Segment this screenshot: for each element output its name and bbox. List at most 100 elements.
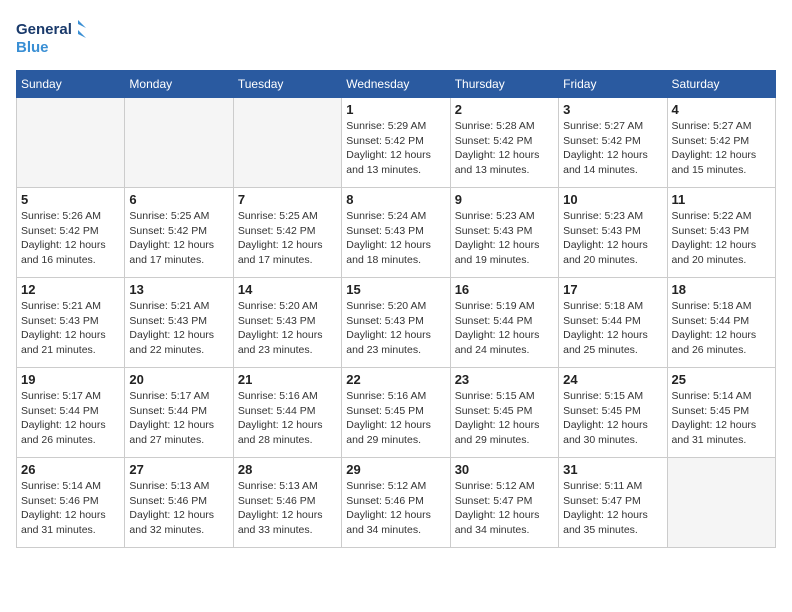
svg-text:General: General <box>16 21 72 38</box>
day-number: 22 <box>346 372 445 387</box>
day-info: Sunrise: 5:21 AM Sunset: 5:43 PM Dayligh… <box>129 299 228 358</box>
day-number: 15 <box>346 282 445 297</box>
day-number: 6 <box>129 192 228 207</box>
weekday-header-friday: Friday <box>559 71 667 98</box>
calendar-day-cell: 8 Sunrise: 5:24 AM Sunset: 5:43 PM Daylig… <box>342 188 450 278</box>
calendar-day-cell: 9 Sunrise: 5:23 AM Sunset: 5:43 PM Daylig… <box>450 188 558 278</box>
calendar-week-row: 1 Sunrise: 5:29 AM Sunset: 5:42 PM Daylig… <box>17 98 776 188</box>
calendar-week-row: 26 Sunrise: 5:14 AM Sunset: 5:46 PM Dayli… <box>17 458 776 548</box>
day-info: Sunrise: 5:19 AM Sunset: 5:44 PM Dayligh… <box>455 299 554 358</box>
day-number: 4 <box>672 102 771 117</box>
calendar-day-cell: 2 Sunrise: 5:28 AM Sunset: 5:42 PM Daylig… <box>450 98 558 188</box>
day-info: Sunrise: 5:17 AM Sunset: 5:44 PM Dayligh… <box>21 389 120 448</box>
day-number: 26 <box>21 462 120 477</box>
calendar-day-cell: 11 Sunrise: 5:22 AM Sunset: 5:43 PM Dayli… <box>667 188 775 278</box>
day-number: 8 <box>346 192 445 207</box>
calendar-day-cell: 12 Sunrise: 5:21 AM Sunset: 5:43 PM Dayli… <box>17 278 125 368</box>
day-number: 21 <box>238 372 337 387</box>
calendar-day-cell: 19 Sunrise: 5:17 AM Sunset: 5:44 PM Dayli… <box>17 368 125 458</box>
day-info: Sunrise: 5:25 AM Sunset: 5:42 PM Dayligh… <box>238 209 337 268</box>
day-info: Sunrise: 5:20 AM Sunset: 5:43 PM Dayligh… <box>238 299 337 358</box>
calendar-day-cell: 7 Sunrise: 5:25 AM Sunset: 5:42 PM Daylig… <box>233 188 341 278</box>
weekday-header-thursday: Thursday <box>450 71 558 98</box>
day-info: Sunrise: 5:24 AM Sunset: 5:43 PM Dayligh… <box>346 209 445 268</box>
day-number: 11 <box>672 192 771 207</box>
calendar-week-row: 12 Sunrise: 5:21 AM Sunset: 5:43 PM Dayli… <box>17 278 776 368</box>
calendar-day-cell: 30 Sunrise: 5:12 AM Sunset: 5:47 PM Dayli… <box>450 458 558 548</box>
weekday-header-sunday: Sunday <box>17 71 125 98</box>
day-number: 12 <box>21 282 120 297</box>
weekday-header-wednesday: Wednesday <box>342 71 450 98</box>
day-number: 17 <box>563 282 662 297</box>
day-info: Sunrise: 5:18 AM Sunset: 5:44 PM Dayligh… <box>563 299 662 358</box>
calendar-day-cell: 13 Sunrise: 5:21 AM Sunset: 5:43 PM Dayli… <box>125 278 233 368</box>
calendar-day-cell: 14 Sunrise: 5:20 AM Sunset: 5:43 PM Dayli… <box>233 278 341 368</box>
day-number: 18 <box>672 282 771 297</box>
day-number: 2 <box>455 102 554 117</box>
calendar-day-cell: 20 Sunrise: 5:17 AM Sunset: 5:44 PM Dayli… <box>125 368 233 458</box>
logo: General Blue <box>16 16 86 60</box>
day-number: 28 <box>238 462 337 477</box>
day-info: Sunrise: 5:20 AM Sunset: 5:43 PM Dayligh… <box>346 299 445 358</box>
day-info: Sunrise: 5:28 AM Sunset: 5:42 PM Dayligh… <box>455 119 554 178</box>
day-info: Sunrise: 5:15 AM Sunset: 5:45 PM Dayligh… <box>563 389 662 448</box>
calendar-day-cell <box>125 98 233 188</box>
day-number: 9 <box>455 192 554 207</box>
weekday-header-tuesday: Tuesday <box>233 71 341 98</box>
day-info: Sunrise: 5:18 AM Sunset: 5:44 PM Dayligh… <box>672 299 771 358</box>
calendar-day-cell: 23 Sunrise: 5:15 AM Sunset: 5:45 PM Dayli… <box>450 368 558 458</box>
calendar-day-cell: 16 Sunrise: 5:19 AM Sunset: 5:44 PM Dayli… <box>450 278 558 368</box>
day-number: 16 <box>455 282 554 297</box>
day-info: Sunrise: 5:27 AM Sunset: 5:42 PM Dayligh… <box>672 119 771 178</box>
day-number: 19 <box>21 372 120 387</box>
day-number: 30 <box>455 462 554 477</box>
day-info: Sunrise: 5:23 AM Sunset: 5:43 PM Dayligh… <box>563 209 662 268</box>
day-number: 14 <box>238 282 337 297</box>
logo-svg: General Blue <box>16 16 86 60</box>
day-info: Sunrise: 5:12 AM Sunset: 5:46 PM Dayligh… <box>346 479 445 538</box>
calendar-day-cell: 10Sunrise: 5:23 AM Sunset: 5:43 PM Dayli… <box>559 188 667 278</box>
calendar-day-cell: 31 Sunrise: 5:11 AM Sunset: 5:47 PM Dayli… <box>559 458 667 548</box>
calendar-day-cell: 25Sunrise: 5:14 AM Sunset: 5:45 PM Dayli… <box>667 368 775 458</box>
calendar-day-cell: 26 Sunrise: 5:14 AM Sunset: 5:46 PM Dayli… <box>17 458 125 548</box>
calendar-day-cell: 28 Sunrise: 5:13 AM Sunset: 5:46 PM Dayli… <box>233 458 341 548</box>
day-info: Sunrise: 5:21 AM Sunset: 5:43 PM Dayligh… <box>21 299 120 358</box>
day-info: Sunrise: 5:11 AM Sunset: 5:47 PM Dayligh… <box>563 479 662 538</box>
day-info: Sunrise: 5:16 AM Sunset: 5:45 PM Dayligh… <box>346 389 445 448</box>
day-number: 7 <box>238 192 337 207</box>
day-number: 31 <box>563 462 662 477</box>
day-number: 5 <box>21 192 120 207</box>
calendar-header: General Blue <box>16 16 776 60</box>
calendar-day-cell <box>667 458 775 548</box>
day-number: 23 <box>455 372 554 387</box>
calendar-day-cell: 24 Sunrise: 5:15 AM Sunset: 5:45 PM Dayli… <box>559 368 667 458</box>
day-number: 24 <box>563 372 662 387</box>
calendar-day-cell: 1 Sunrise: 5:29 AM Sunset: 5:42 PM Daylig… <box>342 98 450 188</box>
calendar-day-cell: 29 Sunrise: 5:12 AM Sunset: 5:46 PM Dayli… <box>342 458 450 548</box>
day-info: Sunrise: 5:17 AM Sunset: 5:44 PM Dayligh… <box>129 389 228 448</box>
day-number: 13 <box>129 282 228 297</box>
day-number: 29 <box>346 462 445 477</box>
calendar-day-cell <box>233 98 341 188</box>
calendar-day-cell: 18 Sunrise: 5:18 AM Sunset: 5:44 PM Dayli… <box>667 278 775 368</box>
calendar-day-cell: 17 Sunrise: 5:18 AM Sunset: 5:44 PM Dayli… <box>559 278 667 368</box>
svg-text:Blue: Blue <box>16 39 49 56</box>
day-info: Sunrise: 5:27 AM Sunset: 5:42 PM Dayligh… <box>563 119 662 178</box>
day-info: Sunrise: 5:15 AM Sunset: 5:45 PM Dayligh… <box>455 389 554 448</box>
day-info: Sunrise: 5:23 AM Sunset: 5:43 PM Dayligh… <box>455 209 554 268</box>
day-info: Sunrise: 5:13 AM Sunset: 5:46 PM Dayligh… <box>238 479 337 538</box>
calendar-day-cell: 3Sunrise: 5:27 AM Sunset: 5:42 PM Daylig… <box>559 98 667 188</box>
calendar-container: General Blue SundayMondayTuesdayWednesda… <box>0 0 792 558</box>
day-info: Sunrise: 5:14 AM Sunset: 5:46 PM Dayligh… <box>21 479 120 538</box>
calendar-day-cell: 4 Sunrise: 5:27 AM Sunset: 5:42 PM Daylig… <box>667 98 775 188</box>
calendar-day-cell: 15 Sunrise: 5:20 AM Sunset: 5:43 PM Dayli… <box>342 278 450 368</box>
day-info: Sunrise: 5:22 AM Sunset: 5:43 PM Dayligh… <box>672 209 771 268</box>
calendar-table: SundayMondayTuesdayWednesdayThursdayFrid… <box>16 70 776 548</box>
day-info: Sunrise: 5:12 AM Sunset: 5:47 PM Dayligh… <box>455 479 554 538</box>
day-info: Sunrise: 5:29 AM Sunset: 5:42 PM Dayligh… <box>346 119 445 178</box>
calendar-day-cell: 6 Sunrise: 5:25 AM Sunset: 5:42 PM Daylig… <box>125 188 233 278</box>
day-info: Sunrise: 5:25 AM Sunset: 5:42 PM Dayligh… <box>129 209 228 268</box>
calendar-week-row: 5Sunrise: 5:26 AM Sunset: 5:42 PM Daylig… <box>17 188 776 278</box>
day-number: 20 <box>129 372 228 387</box>
day-number: 1 <box>346 102 445 117</box>
